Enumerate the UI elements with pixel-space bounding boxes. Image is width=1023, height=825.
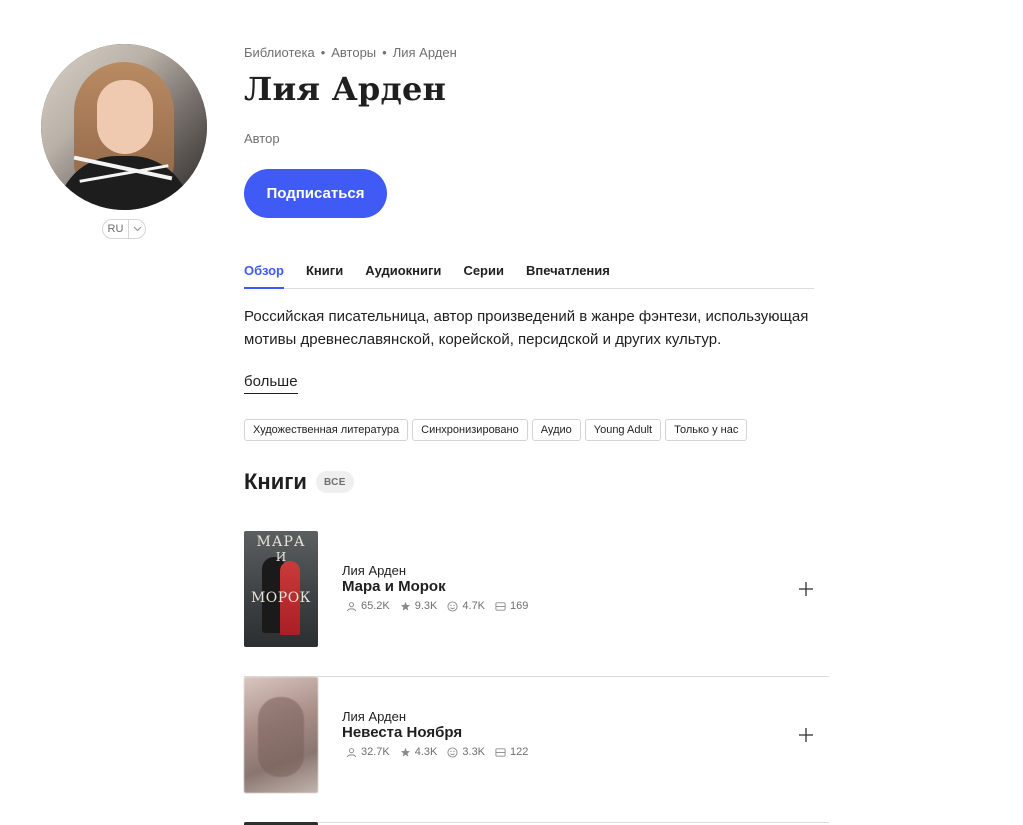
bio-more-link[interactable]: больше	[244, 372, 298, 394]
tabs: Обзор Книги Аудиокниги Серии Впечатления	[244, 262, 814, 289]
plus-icon	[799, 728, 813, 742]
quote-icon	[495, 601, 506, 611]
book-stats: 65.2K 9.3K 4.7K 169	[346, 600, 528, 612]
tag-exclusive[interactable]: Только у нас	[665, 419, 748, 441]
author-bio: Российская писательница, автор произведе…	[244, 308, 809, 348]
subscribe-button[interactable]: Подписаться	[244, 169, 387, 218]
tag-audio[interactable]: Аудио	[531, 419, 581, 441]
tab-overview[interactable]: Обзор	[244, 262, 284, 289]
books-all-button[interactable]: ВСЕ	[315, 471, 354, 493]
book-row[interactable]: Лия Арден Невеста Ноября 32.7K 4.3K 3.3K…	[244, 677, 829, 823]
language-code: RU	[107, 223, 124, 235]
quote-icon	[495, 747, 506, 757]
books-section-header: Книги ВСЕ	[244, 469, 354, 495]
tag-list: Художественная литература Синхронизирова…	[244, 419, 748, 441]
user-icon	[346, 601, 357, 611]
quotes-stat: 122	[495, 746, 528, 758]
tag-synced[interactable]: Синхронизировано	[412, 419, 528, 441]
book-row[interactable]: МАРА И МОРОК Лия Арден Мара и Морок 65.2…	[244, 531, 829, 677]
tab-books[interactable]: Книги	[306, 262, 343, 289]
breadcrumb-library[interactable]: Библиотека	[244, 45, 315, 60]
chevron-down-icon	[129, 226, 145, 232]
author-avatar-column: RU	[41, 44, 207, 239]
book-cover[interactable]	[244, 677, 318, 793]
star-icon	[400, 601, 410, 611]
language-switch[interactable]: RU	[102, 219, 146, 239]
books-section-title: Книги	[244, 469, 307, 494]
readers-stat: 65.2K	[346, 600, 390, 612]
tab-impressions[interactable]: Впечатления	[526, 262, 610, 289]
impressions-stat: 4.7K	[447, 600, 485, 612]
tag-fiction[interactable]: Художественная литература	[244, 419, 409, 441]
tab-series[interactable]: Серии	[463, 262, 504, 289]
likes-stat: 4.3K	[400, 746, 437, 758]
avatar	[41, 44, 207, 210]
add-book-button[interactable]	[796, 725, 816, 745]
impressions-stat: 3.3K	[447, 746, 485, 758]
book-author[interactable]: Лия Арден	[342, 709, 406, 724]
tag-young-adult[interactable]: Young Adult	[584, 419, 662, 441]
book-title[interactable]: Мара и Морок	[342, 578, 446, 595]
quotes-stat: 169	[495, 600, 528, 612]
readers-stat: 32.7K	[346, 746, 390, 758]
book-title[interactable]: Невеста Ноября	[342, 724, 462, 741]
smile-icon	[447, 600, 458, 612]
breadcrumb-authors[interactable]: Авторы	[331, 45, 376, 60]
star-icon	[400, 747, 410, 757]
smile-icon	[447, 746, 458, 758]
user-icon	[346, 747, 357, 757]
book-cover[interactable]: МАРА И МОРОК	[244, 531, 318, 647]
book-stats: 32.7K 4.3K 3.3K 122	[346, 746, 528, 758]
page-title: Лия Арден	[244, 70, 447, 108]
book-author[interactable]: Лия Арден	[342, 563, 406, 578]
plus-icon	[799, 582, 813, 596]
add-book-button[interactable]	[796, 579, 816, 599]
tab-audiobooks[interactable]: Аудиокниги	[365, 262, 441, 289]
breadcrumb-current: Лия Арден	[392, 45, 457, 60]
author-role: Автор	[244, 131, 280, 146]
likes-stat: 9.3K	[400, 600, 437, 612]
breadcrumb: Библиотека • Авторы • Лия Арден	[244, 45, 457, 60]
